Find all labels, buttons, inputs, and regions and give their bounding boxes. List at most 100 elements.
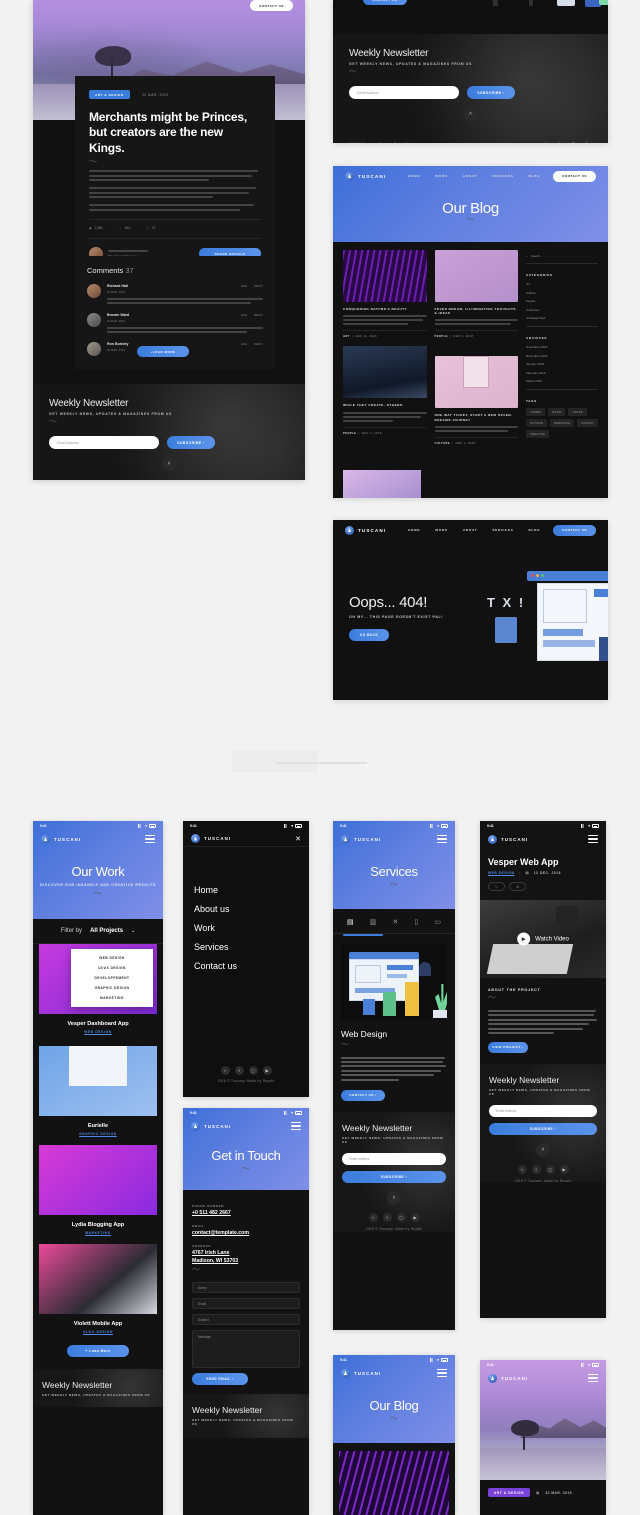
newsletter-subscribe-button[interactable]: SUBSCRIBE › <box>167 436 215 449</box>
tag-chip[interactable]: CARPE <box>568 408 587 416</box>
filter-option-graphic-design[interactable]: GRAPHIC DESIGN <box>77 986 147 990</box>
nav-item-services[interactable]: SERVICES <box>492 528 513 532</box>
facebook-icon[interactable]: f <box>555 139 564 143</box>
brand-logo[interactable]: TUSCANI <box>191 834 231 843</box>
tag-chip[interactable]: SUNSET <box>577 419 598 427</box>
load-more-comments-button[interactable]: + LOAD MORE <box>137 346 189 357</box>
menu-item-work[interactable]: Work <box>194 923 298 933</box>
post-thumbnail[interactable] <box>339 1451 449 1515</box>
comments-stat[interactable]: ▢ 37 <box>146 226 156 230</box>
comment-reply-action[interactable]: REPLY <box>254 342 263 346</box>
nav-item-about[interactable]: ABOUT <box>463 528 478 532</box>
name-field[interactable]: Name <box>192 1282 300 1293</box>
twitter-icon[interactable]: t <box>220 1066 230 1075</box>
sidebar-search-input[interactable]: ⌕ Search... <box>526 250 598 264</box>
back-to-top-button[interactable]: ˄ <box>536 1142 550 1157</box>
newsletter-email-input[interactable]: Email Address <box>489 1104 597 1117</box>
project-category[interactable]: WEB DESIGN <box>488 871 515 875</box>
tag-chip[interactable]: IPSUM <box>547 408 566 416</box>
hamburger-menu-icon[interactable] <box>437 833 447 845</box>
sidebar-category-item[interactable]: Uncategorized <box>526 316 598 320</box>
sidebar-category-item[interactable]: Costumes <box>526 308 598 312</box>
desktop-nav-cta[interactable]: CONTACT US <box>249 0 293 11</box>
load-more-projects-button[interactable]: + Load More <box>67 1345 129 1357</box>
heart-icon[interactable]: ♡ <box>488 882 505 891</box>
hamburger-menu-icon[interactable] <box>291 1120 301 1132</box>
chevron-down-icon[interactable]: ⌄ <box>131 928 135 934</box>
filter-value[interactable]: All Projects <box>90 928 123 934</box>
twitter-icon[interactable]: t <box>368 1212 378 1222</box>
sidebar-archive-item[interactable]: March 2019 <box>526 379 598 383</box>
tag-chip[interactable]: CREATIVE <box>526 430 550 438</box>
sidebar-archive-item[interactable]: January 2019 <box>526 362 598 366</box>
hamburger-menu-icon[interactable] <box>145 833 155 845</box>
instagram-icon[interactable]: ◻ <box>248 1066 258 1075</box>
nav-item-home[interactable]: HOME <box>408 528 420 532</box>
view-project-button[interactable]: VIEW PROJECT › <box>488 1041 528 1053</box>
project-category[interactable]: WEB DESIGN <box>39 1030 157 1034</box>
filter-option-developpement[interactable]: DEVELOPPEMENT <box>77 976 147 980</box>
post-category-badge[interactable]: ART & DESIGN <box>488 1488 531 1497</box>
instagram-icon[interactable]: ◻ <box>396 1212 406 1222</box>
back-to-top-button[interactable]: ˄ <box>387 1190 401 1205</box>
desktop-nav-cta[interactable]: CONTACT US <box>363 0 407 5</box>
comment-like-action[interactable]: LIKE <box>241 313 247 317</box>
facebook-icon[interactable]: f <box>234 1066 244 1075</box>
filter-option-uiux-design[interactable]: UI/UX DESIGN <box>77 966 147 970</box>
back-to-top-button[interactable]: ˄ <box>463 107 478 121</box>
desktop-nav-cta[interactable]: CONTACT US <box>552 170 596 182</box>
youtube-icon[interactable]: ▶ <box>583 139 592 143</box>
brand-logo[interactable]: TUSCANI <box>345 525 386 535</box>
filter-dropdown-menu[interactable]: WEB DESIGN UI/UX DESIGN DEVELOPPEMENT GR… <box>71 949 153 1007</box>
youtube-icon[interactable]: ▶ <box>410 1212 420 1222</box>
sidebar-category-item[interactable]: Culture <box>526 291 598 295</box>
comment-like-action[interactable]: LIKE <box>241 284 247 288</box>
blog-post-card[interactable]: FEVER DREAM, ILLUMINATING THOUGHTS & IDE… <box>434 250 518 338</box>
nav-item-blog[interactable]: BLOG <box>529 528 541 532</box>
nav-item-blog[interactable]: BLOG <box>529 174 541 178</box>
tag-chip[interactable]: DREAMING <box>549 419 575 427</box>
newsletter-subscribe-button[interactable]: SUBSCRIBE › <box>489 1122 597 1135</box>
play-icon[interactable]: ▶ <box>517 932 531 946</box>
newsletter-subscribe-button[interactable]: SUBSCRIBE › <box>342 1170 446 1183</box>
twitter-icon[interactable]: t <box>517 1164 527 1174</box>
watch-video-button[interactable]: ▶ Watch Video <box>517 932 569 946</box>
phone-value[interactable]: +0 511 482 2667 <box>192 1210 300 1216</box>
nav-item-services[interactable]: SERVICES <box>492 174 513 178</box>
go-back-button[interactable]: GO BACK <box>349 629 389 641</box>
email-field[interactable]: Email <box>192 1298 300 1309</box>
tag-chip[interactable]: LOREM <box>526 408 545 416</box>
services-tab-bar[interactable]: ▤ ▥ ✕ ▯ ▭ <box>333 909 455 934</box>
share-icon[interactable]: ≺ <box>509 882 526 891</box>
nav-item-work[interactable]: WORK <box>435 174 448 178</box>
brand-logo[interactable]: TUSCANI <box>41 834 81 844</box>
sidebar-archive-item[interactable]: November 2018 <box>526 345 598 349</box>
project-category[interactable]: MARKETING <box>39 1231 157 1235</box>
article-category-badge[interactable]: ART & DESIGN <box>89 90 130 100</box>
web-icon[interactable]: ▤ <box>347 918 354 926</box>
message-field[interactable]: Message <box>192 1330 300 1368</box>
display-icon[interactable]: ▭ <box>434 918 441 926</box>
sidebar-category-item[interactable]: People <box>526 299 598 303</box>
project-item[interactable]: Eurielle GRAPHIC DESIGN <box>33 1046 163 1136</box>
tools-icon[interactable]: ✕ <box>392 918 398 926</box>
instagram-icon[interactable]: ◻ <box>569 139 578 143</box>
project-video[interactable]: ▶ Watch Video <box>480 900 606 978</box>
mobile-icon[interactable]: ▯ <box>414 918 418 926</box>
filter-option-marketing[interactable]: MARKETING <box>77 996 147 1000</box>
brand-logo[interactable]: TUSCANI <box>341 1368 381 1378</box>
brand-logo[interactable]: TUSCANI <box>341 834 381 844</box>
project-item[interactable]: Violett Mobile App UI/UX DESIGN <box>33 1244 163 1334</box>
blog-post-card[interactable]: WHILE THEY CREATE, OTHERS. PEOPLE | DEC … <box>343 346 427 444</box>
comment-reply-action[interactable]: REPLY <box>254 313 263 317</box>
blog-post-card[interactable]: CONQUERING NATURE'S BEAUTY ART | DEC 11,… <box>343 250 427 338</box>
hamburger-menu-icon[interactable] <box>437 1367 447 1379</box>
brand-logo[interactable]: TUSCANI <box>191 1121 231 1131</box>
sidebar-archive-item[interactable]: February 2019 <box>526 371 598 375</box>
tag-chip[interactable]: AUTUMN <box>526 419 547 427</box>
nav-item-work[interactable]: WORK <box>435 528 448 532</box>
project-item[interactable]: Lydia Blogging App MARKETING <box>33 1145 163 1235</box>
newsletter-email-input[interactable]: Email Address <box>49 436 159 449</box>
services-contact-button[interactable]: CONTACT US › <box>341 1089 385 1101</box>
email-value[interactable]: contact@template.com <box>192 1230 300 1236</box>
